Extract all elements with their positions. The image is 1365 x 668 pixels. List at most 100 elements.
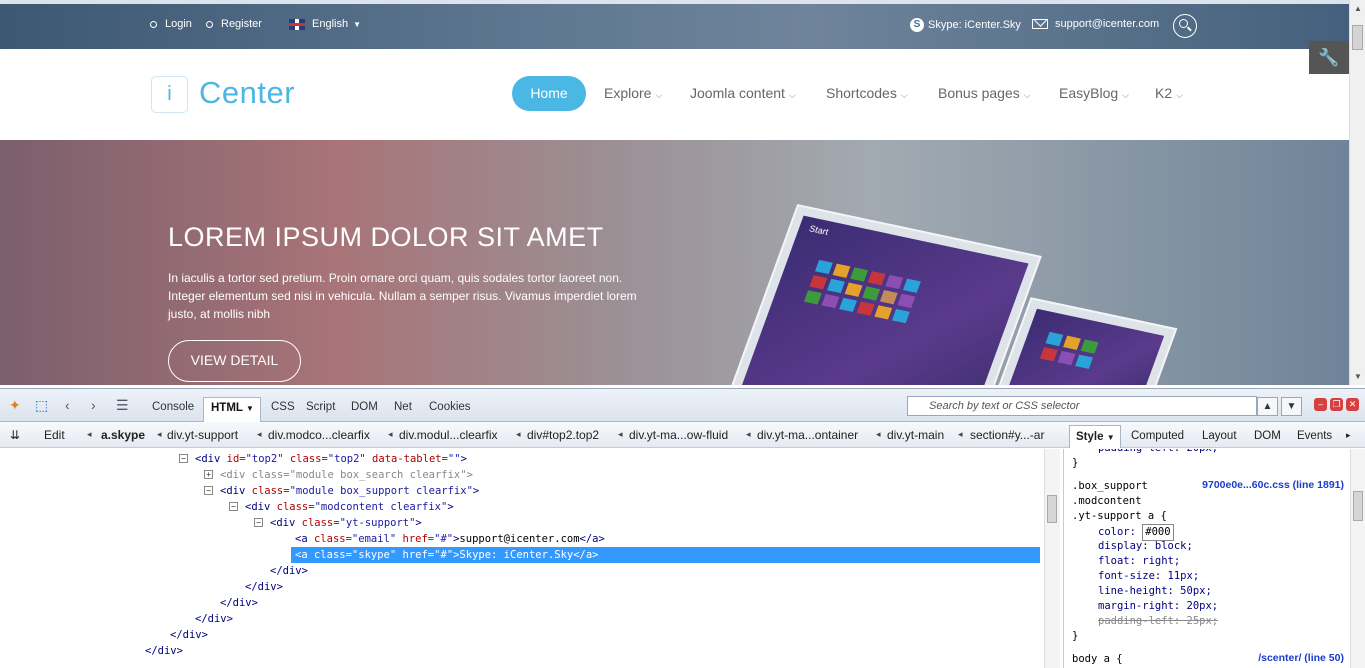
tab-html[interactable]: HTML ▼: [203, 397, 261, 422]
style-panel[interactable]: padding-left: 20px;} 9700e0e...60c.css (l…: [1063, 449, 1350, 668]
login-link[interactable]: Login: [150, 18, 192, 30]
view-detail-button[interactable]: VIEW DETAIL: [168, 340, 301, 382]
css-property[interactable]: padding-left: 20px;: [1098, 449, 1218, 456]
search-prev-button[interactable]: ▲: [1257, 397, 1278, 416]
css-property[interactable]: line-height: 50px;: [1098, 584, 1212, 599]
collapse-icon[interactable]: −: [179, 454, 188, 463]
css-property[interactable]: display: block;: [1098, 539, 1193, 554]
style-panel-scrollbar[interactable]: [1350, 449, 1365, 668]
logo-mark[interactable]: i: [151, 76, 188, 113]
nav-k2[interactable]: K2 ⌵: [1155, 76, 1183, 111]
html-node-line[interactable]: </div>: [241, 579, 283, 595]
inspect-icon[interactable]: ⬚: [35, 397, 48, 414]
tablet-image-large: Start: [728, 204, 1042, 385]
css-property-overridden[interactable]: padding-left: 25px;: [1098, 614, 1218, 629]
nav-label: Shortcodes: [826, 85, 897, 101]
firebug-icon[interactable]: ✦: [9, 397, 21, 414]
html-node-line[interactable]: </div>: [141, 643, 183, 659]
css-selector[interactable]: .yt-support a {: [1072, 509, 1167, 524]
detach-icon[interactable]: ❐: [1330, 398, 1343, 411]
nav-label: Home: [530, 85, 568, 101]
step-icon[interactable]: ☰: [116, 397, 129, 414]
css-source-link[interactable]: /scenter/ (line 50): [1258, 652, 1344, 664]
html-search-input[interactable]: Search by text or CSS selector: [907, 396, 1257, 416]
nav-explore[interactable]: Explore ⌵: [604, 76, 662, 111]
edit-button[interactable]: Edit: [44, 428, 65, 442]
tab-css[interactable]: CSS: [271, 401, 295, 413]
tab-style[interactable]: Style ▼: [1069, 425, 1121, 448]
logo-text[interactable]: Center: [199, 75, 295, 111]
css-selector[interactable]: body a {: [1072, 652, 1123, 667]
html-node-line[interactable]: <div class="modcontent clearfix">: [241, 499, 454, 515]
language-selector[interactable]: English ▼: [289, 18, 361, 30]
nav-easyblog[interactable]: EasyBlog ⌵: [1059, 76, 1129, 111]
tab-script[interactable]: Script: [306, 401, 335, 413]
search-next-button[interactable]: ▼: [1281, 397, 1302, 416]
breadcrumb-item[interactable]: div.modco...clearfix: [268, 428, 370, 442]
wrench-icon[interactable]: 🔧: [1309, 41, 1349, 74]
css-source-link[interactable]: 9700e0e...60c.css (line 1891): [1202, 479, 1344, 491]
breadcrumb-item[interactable]: div.modul...clearfix: [399, 428, 497, 442]
html-node-line[interactable]: </div>: [166, 627, 208, 643]
html-node-line[interactable]: <a class="skype" href="#">Skype: iCenter…: [291, 547, 1040, 563]
breadcrumb-item[interactable]: section#y...-ar: [970, 428, 1044, 442]
breadcrumb-item[interactable]: div.yt-ma...ow-fluid: [629, 428, 728, 442]
css-selector[interactable]: .box_support: [1072, 479, 1148, 494]
tab-dom[interactable]: DOM: [351, 401, 378, 413]
tab-layout[interactable]: Layout: [1202, 430, 1237, 442]
html-node-line[interactable]: <a class="email" href="#">support@icente…: [291, 531, 605, 547]
tab-cookies[interactable]: Cookies: [429, 401, 471, 413]
close-icon[interactable]: ✕: [1346, 398, 1359, 411]
expand-icon[interactable]: +: [204, 470, 213, 479]
attr-name: class=: [283, 453, 328, 465]
collapse-icon[interactable]: −: [254, 518, 263, 527]
css-property-editing[interactable]: color: #000: [1098, 524, 1174, 541]
tab-net[interactable]: Net: [394, 401, 412, 413]
nav-home[interactable]: Home: [512, 76, 586, 111]
search-icon[interactable]: [1173, 14, 1197, 38]
email-link[interactable]: support@icenter.com: [1032, 18, 1159, 30]
html-node-line[interactable]: <div class="module box_support clearfix"…: [216, 483, 479, 499]
tab-events[interactable]: Events: [1297, 430, 1332, 442]
scrollbar-thumb[interactable]: [1353, 491, 1363, 521]
collapse-icon[interactable]: −: [229, 502, 238, 511]
nav-bonus-pages[interactable]: Bonus pages ⌵: [938, 76, 1031, 111]
html-node-line[interactable]: <div class="yt-support">: [266, 515, 422, 531]
tab-side-dom[interactable]: DOM: [1254, 430, 1281, 442]
forward-arrow-icon[interactable]: ›: [91, 397, 96, 413]
css-selector[interactable]: .modcontent: [1072, 494, 1142, 509]
minimize-icon[interactable]: –: [1314, 398, 1327, 411]
breadcrumb-item[interactable]: div.yt-ma...ontainer: [757, 428, 858, 442]
html-tree[interactable]: − <div id="top2" class="top2" data-tablet…: [0, 449, 1044, 668]
html-tree-scrollbar[interactable]: [1044, 449, 1060, 668]
css-property[interactable]: margin-right: 20px;: [1098, 599, 1218, 614]
page-scrollbar[interactable]: ▲ ▼: [1349, 0, 1365, 385]
scroll-down-arrow-icon[interactable]: ▼: [1354, 372, 1362, 381]
css-property[interactable]: font-size: 11px;: [1098, 569, 1199, 584]
email-label: support@icenter.com: [1055, 18, 1160, 30]
scrollbar-thumb[interactable]: [1352, 25, 1363, 50]
html-node-line[interactable]: </div>: [266, 563, 308, 579]
nav-joomla-content[interactable]: Joomla content ⌵: [690, 76, 796, 111]
collapse-icon[interactable]: −: [204, 486, 213, 495]
register-link[interactable]: Register: [206, 18, 262, 30]
tab-console[interactable]: Console: [152, 401, 194, 413]
back-arrow-icon[interactable]: ‹: [65, 397, 70, 413]
breadcrumb-item[interactable]: div.yt-main: [887, 428, 944, 442]
chevron-down-icon: ⌵: [1176, 90, 1183, 100]
nav-shortcodes[interactable]: Shortcodes ⌵: [826, 76, 908, 111]
html-node-line[interactable]: </div>: [191, 611, 233, 627]
scroll-up-arrow-icon[interactable]: ▲: [1354, 4, 1362, 13]
breadcrumb-item[interactable]: a.skype: [101, 428, 145, 442]
html-node-line[interactable]: <div id="top2" class="top2" data-tablet=…: [191, 451, 467, 467]
html-node-line[interactable]: </div>: [216, 595, 258, 611]
more-tabs-icon[interactable]: ▸: [1346, 430, 1351, 441]
scrollbar-thumb[interactable]: [1047, 495, 1057, 523]
breadcrumb-item[interactable]: div.yt-support: [167, 428, 238, 442]
css-property[interactable]: float: right;: [1098, 554, 1180, 569]
expand-icon[interactable]: ⇊: [10, 428, 20, 442]
tab-computed[interactable]: Computed: [1131, 430, 1184, 442]
html-node-line[interactable]: <div class="module box_search clearfix">: [216, 467, 473, 483]
breadcrumb-item[interactable]: div#top2.top2: [527, 428, 599, 442]
skype-link[interactable]: S Skype: iCenter.Sky: [910, 18, 1021, 32]
